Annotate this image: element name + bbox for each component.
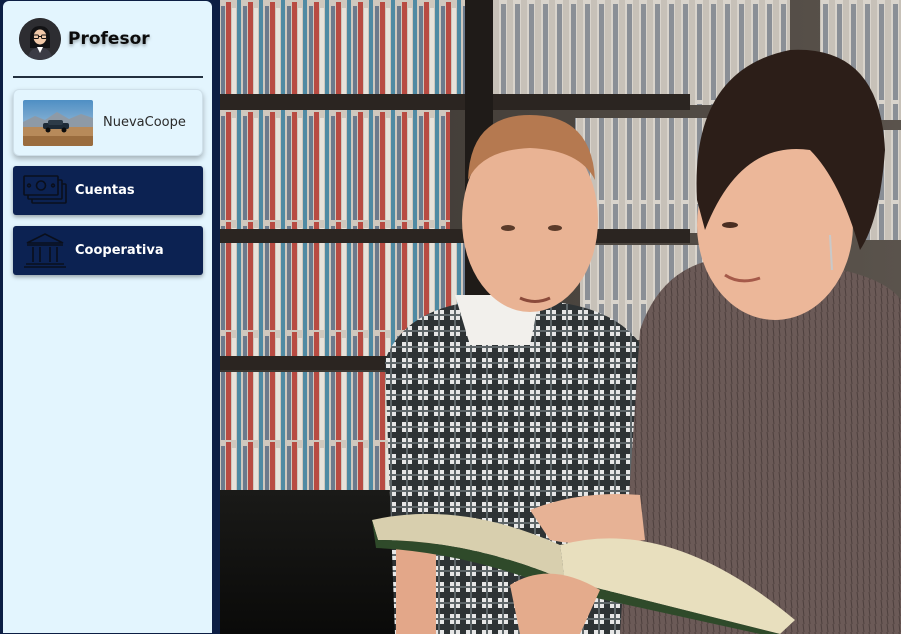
divider (13, 76, 203, 78)
cooperative-name: NuevaCoope (103, 115, 186, 130)
profile-name: Profesor (68, 29, 150, 49)
profile-header: Profesor (19, 17, 150, 61)
car-landscape-image (23, 99, 93, 146)
bank-building-icon (23, 232, 71, 268)
teacher-avatar-icon (19, 18, 61, 60)
nav-button-cuentas[interactable]: Cuentas (13, 166, 203, 215)
cooperative-card[interactable]: NuevaCoope (13, 89, 203, 156)
nav-label-cuentas: Cuentas (75, 183, 135, 198)
nav-label-cooperativa: Cooperativa (75, 243, 164, 258)
teacher-reading-to-boy-library-photo (220, 0, 901, 634)
sidebar: Profesor NuevaCoope Cuentas Cooperativa (3, 1, 212, 633)
nav-button-cooperativa[interactable]: Cooperativa (13, 226, 203, 275)
money-bills-icon (23, 174, 71, 208)
